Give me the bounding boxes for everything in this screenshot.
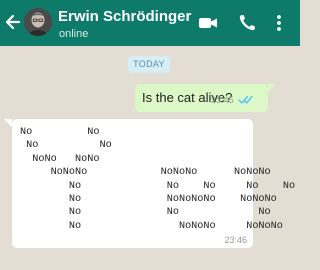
back-arrow-icon[interactable] (4, 12, 22, 32)
message-line: No No (20, 140, 112, 152)
incoming-bubble-tail (4, 119, 12, 127)
message-line: NoNoNo NoNoNo NoNoNo (20, 167, 271, 179)
message-line: No No No (20, 207, 296, 219)
incoming-message[interactable]: No No No No NoNo NoNo NoNoNo NoNoNo NoNo… (12, 119, 295, 248)
contact-name[interactable]: Erwin Schrödinger (58, 8, 191, 25)
message-line: No No No No No (20, 180, 296, 192)
incoming-message-text: No No No No NoNo NoNo NoNoNo NoNoNo NoNo… (12, 119, 295, 248)
incoming-message-time: 23:46 (224, 235, 247, 245)
video-call-icon[interactable] (198, 13, 218, 33)
outgoing-message-time: 23:45 (211, 95, 234, 105)
contact-status: online (59, 28, 89, 40)
message-line: No NoNoNoNo NoNoNo (20, 194, 277, 205)
outgoing-bubble-tail (268, 84, 276, 92)
phone-icon[interactable] (237, 13, 257, 33)
message-line: No NoNoNo NoNoNo (20, 220, 283, 232)
double-check-icon (238, 95, 253, 104)
outgoing-message[interactable]: Is the cat alive? 23:45 (135, 84, 268, 112)
more-vert-icon[interactable] (274, 13, 284, 33)
avatar[interactable] (24, 8, 52, 36)
message-line: No No (20, 127, 100, 138)
chat-header: Erwin Schrödinger online (0, 0, 300, 46)
date-chip: TODAY (128, 56, 170, 73)
message-line: NoNo NoNo (20, 153, 100, 165)
